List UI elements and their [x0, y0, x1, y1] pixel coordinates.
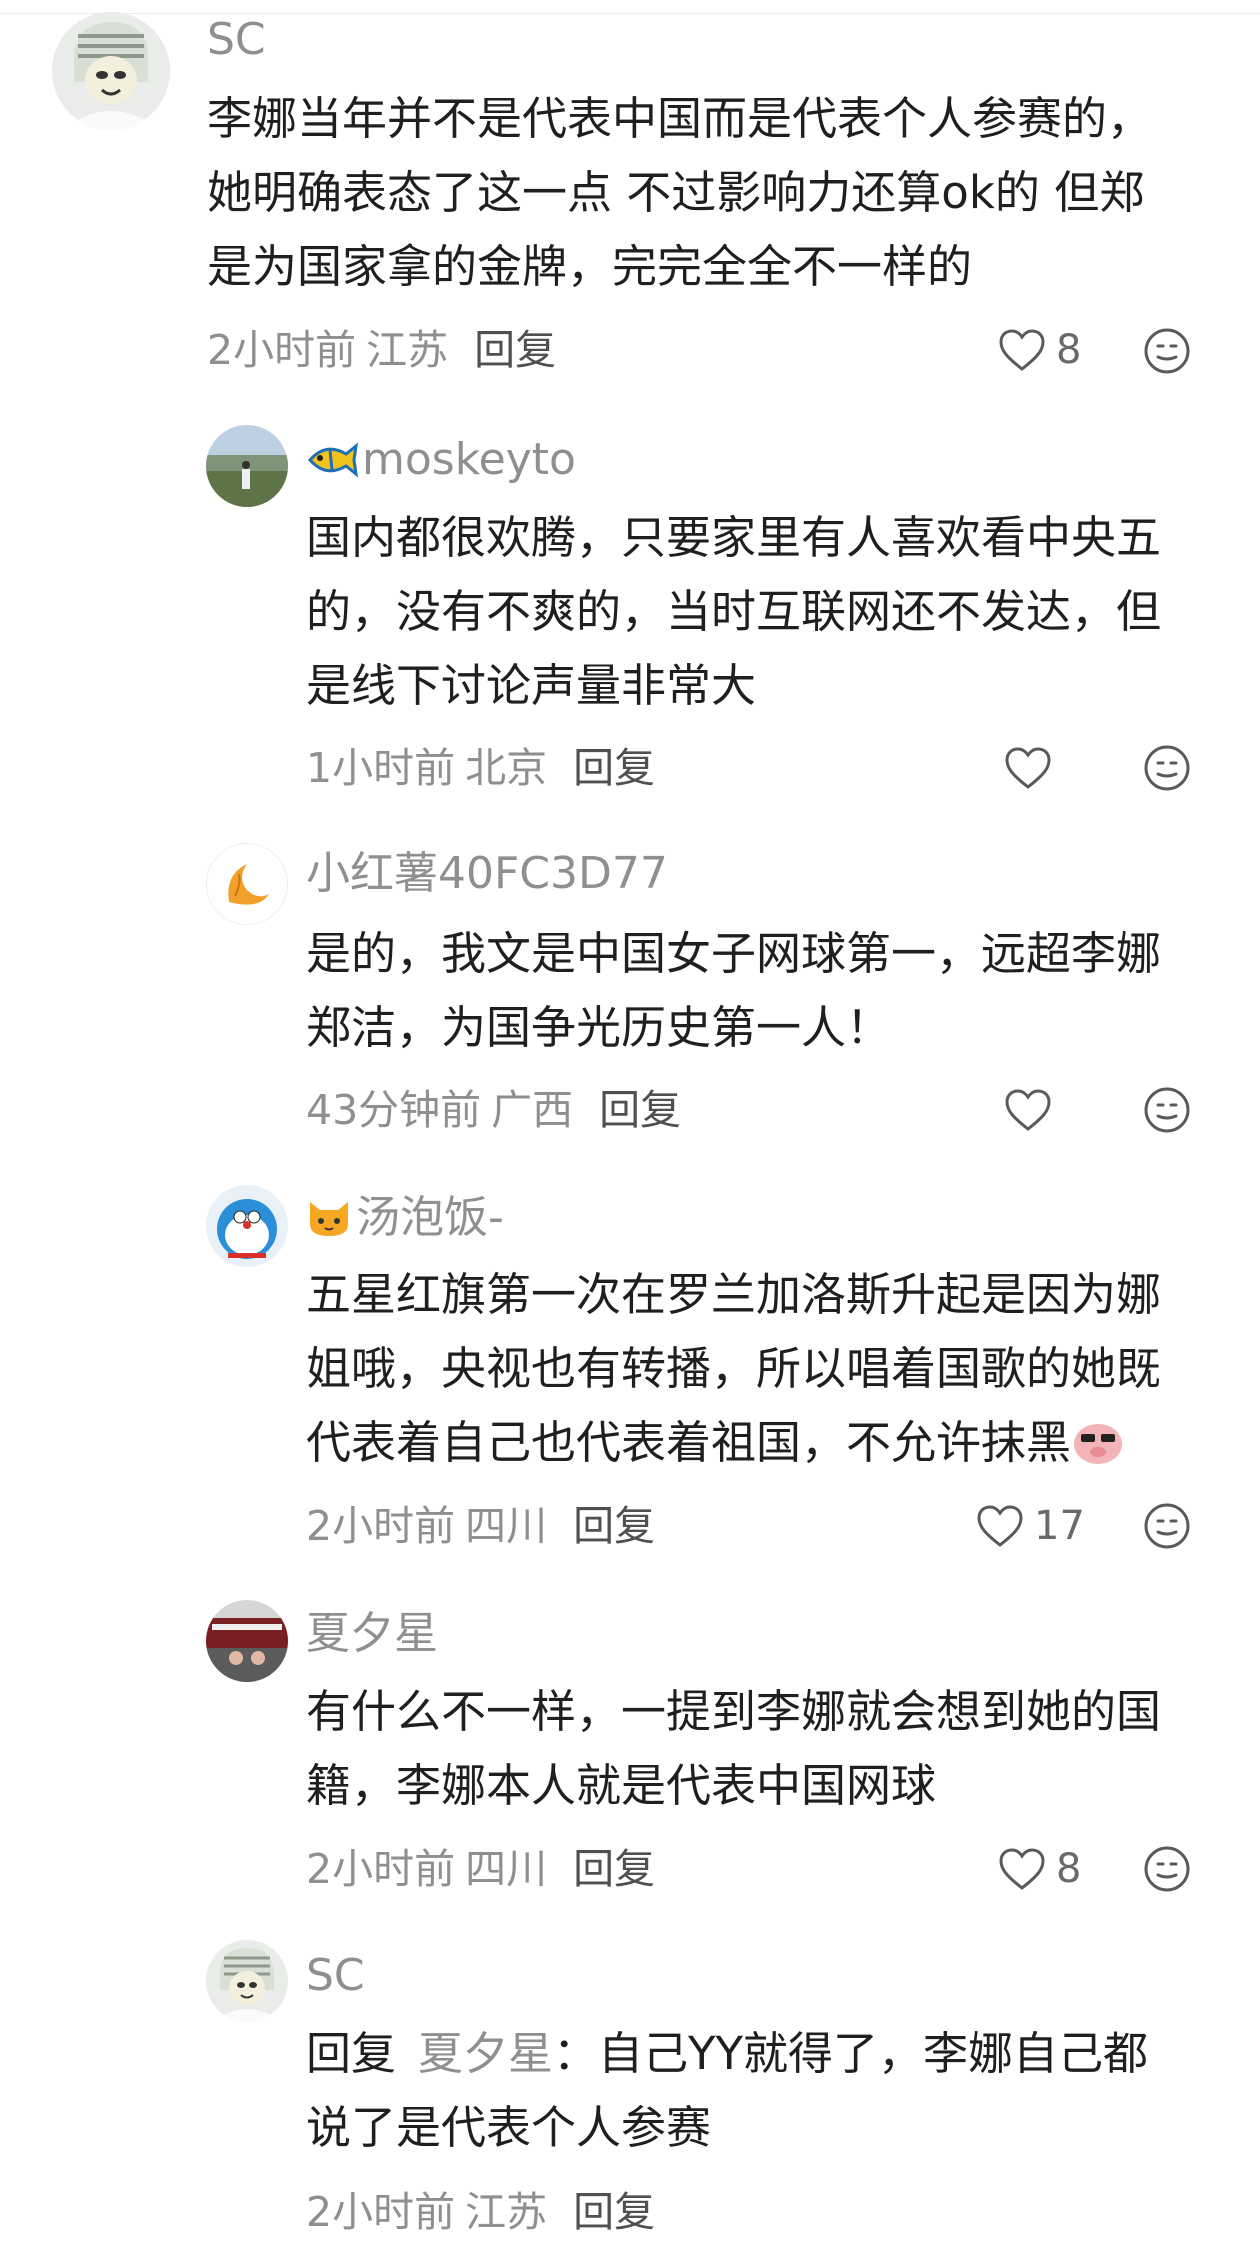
comment-meta: 2小时前 四川 回复 [306, 1849, 655, 1890]
comment-time: 43分钟前 [306, 1086, 482, 1134]
comment-line: 是线下讨论声量非常大 [306, 659, 757, 712]
comment-author[interactable]: SC [207, 18, 266, 62]
comment-location: 江苏 [366, 326, 449, 374]
smile-face-icon [1144, 1846, 1190, 1892]
comment-author[interactable]: 汤泡饭- [306, 1194, 504, 1246]
comment-time: 2小时前 [306, 1502, 456, 1550]
reply-button[interactable]: 回复 [573, 1845, 655, 1893]
comment-time: 2小时前 [207, 326, 357, 374]
comment-time: 1小时前 [306, 744, 456, 792]
avatar[interactable] [52, 12, 170, 130]
comment-meta: 1小时前 北京 回复 [306, 748, 655, 789]
comment-meta: 43分钟前 广西 回复 [306, 1090, 681, 1131]
reply-prefix: 回复 [306, 2027, 397, 2080]
author-name: moskeyto [362, 434, 576, 485]
avatar[interactable] [206, 425, 288, 507]
comment-line-text: 代表着自己也代表着祖国，不允许抹黑 [306, 1416, 1072, 1469]
avatar[interactable] [206, 1600, 288, 1682]
comment-line: 是为国家拿的金牌，完完全全不一样的 [207, 240, 973, 293]
comment-meta: 2小时前 江苏 回复 [306, 2192, 655, 2233]
pig-sticker-emoji [1071, 1414, 1125, 1488]
react-button[interactable] [1143, 1502, 1191, 1554]
comment-time: 2小时前 [306, 2188, 456, 2236]
comment-author[interactable]: SC [306, 1954, 365, 1998]
comment-line: 代表着自己也代表着祖国，不允许抹黑 [306, 1406, 1161, 1488]
comment-meta: 2小时前 四川 回复 [306, 1506, 655, 1547]
avatar[interactable] [206, 1185, 288, 1267]
comment-location: 北京 [465, 744, 548, 792]
comment-author[interactable]: moskeyto [306, 438, 576, 488]
reply-colon: ： [553, 2027, 599, 2080]
comment-line: 的，没有不爽的，当时互联网还不发达，但 [306, 585, 1162, 638]
comment-time: 2小时前 [306, 1845, 456, 1893]
comment-line: 有什么不一样，一提到李娜就会想到她的国 [306, 1685, 1162, 1738]
comment-author[interactable]: 夏夕星 [306, 1612, 438, 1656]
reply-button[interactable]: 回复 [573, 2188, 655, 2236]
comment-line: 她明确表态了这一点 不过影响力还算ok的 但郑 [207, 166, 1145, 219]
comment-text: 回复 夏夕星：自己YY就得了，李娜自己都 说了是代表个人参赛 [306, 2017, 1148, 2165]
reply-button[interactable]: 回复 [573, 744, 655, 792]
comment-line-text: 自己YY就得了，李娜自己都 [598, 2027, 1149, 2080]
comment-line: 回复 夏夕星：自己YY就得了，李娜自己都 [306, 2017, 1148, 2091]
like-button[interactable]: 17 [976, 1504, 1085, 1548]
comment-text: 是的，我文是中国女子网球第一，远超李娜 郑洁，为国争光历史第一人！ [306, 917, 1161, 1065]
avatar[interactable] [206, 1940, 288, 2022]
heart-outline-icon [1005, 1089, 1051, 1131]
comment-text: 有什么不一样，一提到李娜就会想到她的国 籍，李娜本人就是代表中国网球 [306, 1675, 1161, 1823]
heart-outline-icon [1005, 747, 1051, 789]
react-button[interactable] [1143, 1845, 1191, 1897]
like-button[interactable] [1004, 746, 1062, 790]
heart-outline-icon [999, 1848, 1045, 1890]
react-button[interactable] [1143, 327, 1191, 379]
top-divider [0, 0, 1260, 14]
like-button[interactable]: 8 [998, 328, 1081, 372]
avatar[interactable] [206, 843, 288, 925]
comment-line: 国内都很欢腾，只要家里有人喜欢看中央五 [306, 511, 1162, 564]
comment-line: 郑洁，为国争光历史第一人！ [306, 1001, 892, 1054]
author-name: 汤泡饭- [356, 1192, 504, 1243]
comment-location: 四川 [465, 1845, 548, 1893]
smile-face-icon [1144, 328, 1190, 374]
comment-author[interactable]: 小红薯40FC3D77 [306, 852, 668, 896]
reply-button[interactable]: 回复 [599, 1086, 681, 1134]
fish-emoji [306, 440, 359, 488]
comment-location: 江苏 [465, 2188, 548, 2236]
like-button[interactable]: 8 [998, 1847, 1081, 1891]
comment-line: 李娜当年并不是代表中国而是代表个人参赛的， [207, 92, 1153, 145]
comment-line: 姐哦，央视也有转播，所以唱着国歌的她既 [306, 1342, 1162, 1395]
comment-line: 五星红旗第一次在罗兰加洛斯升起是因为娜 [306, 1268, 1162, 1321]
reply-to-user[interactable]: 夏夕星 [418, 2027, 553, 2080]
reply-button[interactable]: 回复 [474, 326, 556, 374]
comment-location: 四川 [465, 1502, 548, 1550]
comment-meta: 2小时前 江苏 回复 [207, 330, 556, 371]
comment-line: 籍，李娜本人就是代表中国网球 [306, 1759, 937, 1812]
like-count: 17 [1034, 1503, 1085, 1549]
comment-line: 是的，我文是中国女子网球第一，远超李娜 [306, 927, 1162, 980]
comment-text: 国内都很欢腾，只要家里有人喜欢看中央五 的，没有不爽的，当时互联网还不发达，但 … [306, 501, 1161, 723]
cat-emoji [306, 1194, 352, 1246]
reply-button[interactable]: 回复 [573, 1502, 655, 1550]
comment-text: 李娜当年并不是代表中国而是代表个人参赛的， 她明确表态了这一点 不过影响力还算o… [207, 82, 1152, 304]
smile-face-icon [1144, 745, 1190, 791]
heart-outline-icon [999, 329, 1045, 371]
smile-face-icon [1144, 1503, 1190, 1549]
comment-line: 说了是代表个人参赛 [306, 2101, 712, 2154]
like-button[interactable] [1004, 1088, 1062, 1132]
like-count: 8 [1056, 1846, 1082, 1892]
heart-outline-icon [977, 1505, 1023, 1547]
comment-text: 五星红旗第一次在罗兰加洛斯升起是因为娜 姐哦，央视也有转播，所以唱着国歌的她既 … [306, 1258, 1161, 1488]
like-count: 8 [1056, 327, 1082, 373]
comment-location: 广西 [491, 1086, 574, 1134]
react-button[interactable] [1143, 744, 1191, 796]
react-button[interactable] [1143, 1086, 1191, 1138]
smile-face-icon [1144, 1087, 1190, 1133]
